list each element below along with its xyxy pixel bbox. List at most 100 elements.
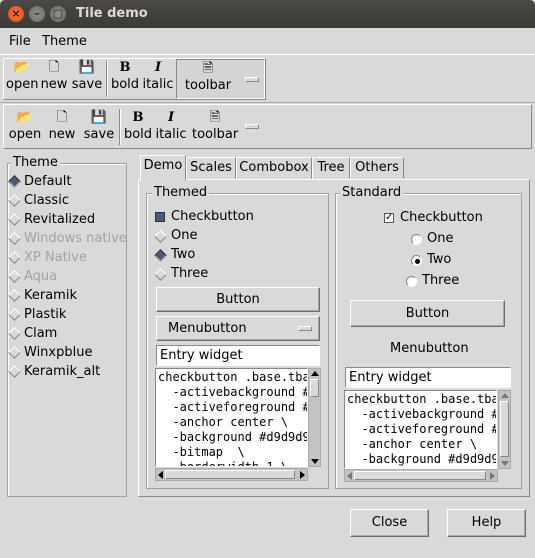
scroll-down-arrow-icon[interactable] [311, 459, 319, 464]
theme-option[interactable]: Keramik_alt [8, 362, 101, 381]
tb1-toolbar-button[interactable]: 🗎 toolbar [176, 59, 265, 99]
tb1-open-button[interactable]: 📂 open [6, 59, 38, 92]
radio-indicator-icon [8, 308, 21, 321]
themed-radio-three[interactable]: Three [154, 265, 208, 283]
themed-entry[interactable]: Entry widget [156, 345, 320, 366]
theme-option[interactable]: Plastik [8, 305, 66, 324]
themed-checkbutton[interactable]: Checkbutton [155, 208, 254, 226]
save-icon: 💾 [90, 110, 108, 125]
document-icon: 🗎 [202, 61, 214, 76]
folder-open-icon: 📂 [13, 60, 31, 75]
new-file-icon: 🗋 [56, 110, 68, 125]
tb2-toolbar-label: toolbar [192, 127, 239, 142]
tb2-italic-button[interactable]: Iitalic [155, 109, 187, 142]
close-window-icon[interactable]: × [8, 6, 24, 22]
tb1-bold-button[interactable]: Bbold [110, 59, 140, 92]
close-button[interactable]: Close [350, 509, 429, 537]
tb2-save-button[interactable]: 💾 save [82, 109, 116, 142]
tab-tree[interactable]: Tree [312, 157, 350, 179]
text-line: -activebackground # [158, 385, 308, 399]
radio-indicator-icon [8, 270, 21, 283]
window-titlebar[interactable]: × – □ Tile demo [0, 0, 535, 28]
text-line: -activebackground #e [347, 407, 497, 421]
tb1-new-button[interactable]: 🗋 new [40, 59, 68, 92]
tab-others[interactable]: Others [350, 157, 404, 179]
tb1-save-button[interactable]: 💾 save [70, 59, 104, 92]
scroll-up-arrow-icon[interactable] [501, 393, 509, 398]
scroll-left-arrow-icon[interactable] [347, 472, 352, 480]
scroll-up-arrow-icon[interactable] [311, 371, 319, 376]
theme-option[interactable]: Default [8, 172, 72, 191]
tb1-italic-button[interactable]: Iitalic [142, 59, 174, 92]
standard-menubutton[interactable]: Menubutton [390, 341, 469, 356]
standard-entry[interactable]: Entry widget [345, 367, 511, 388]
standard-button[interactable]: Button [350, 300, 505, 327]
tb1-open-label: open [6, 77, 39, 92]
themed-vscrollbar[interactable] [308, 368, 321, 467]
radio-indicator-icon [406, 276, 417, 287]
text-line: -activeforeground #0 [347, 422, 497, 436]
scroll-left-arrow-icon[interactable] [158, 471, 163, 479]
theme-option[interactable]: Winxpblue [8, 343, 93, 362]
scroll-right-arrow-icon[interactable] [300, 471, 305, 479]
themed-hscrollbar[interactable] [155, 468, 308, 481]
themed-hscroll-thumb[interactable] [165, 470, 295, 479]
theme-option-label: Revitalized [24, 212, 96, 227]
standard-checkbutton-label: Checkbutton [400, 210, 483, 225]
radio-indicator-icon [8, 346, 21, 359]
tb2-toolbar-button[interactable]: 🗎 toolbar [192, 109, 238, 142]
tb1-new-label: new [40, 77, 68, 92]
themed-radio-one[interactable]: One [154, 227, 198, 245]
theme-option-label: XP Native [24, 250, 87, 265]
tb2-open-button[interactable]: 📂 open [8, 109, 42, 142]
tb1-grip-icon[interactable] [245, 77, 259, 82]
standard-hscrollbar[interactable] [344, 469, 498, 482]
tb2-open-label: open [8, 127, 42, 142]
radio-indicator-icon [154, 249, 167, 262]
theme-option[interactable]: Revitalized [8, 210, 96, 229]
text-line: -anchor center \ [347, 437, 478, 451]
standard-hscroll-thumb[interactable] [354, 471, 486, 480]
help-button[interactable]: Help [447, 509, 526, 537]
standard-text[interactable]: checkbutton .base.tbar -activebackground… [344, 390, 497, 469]
theme-option[interactable]: Keramik [8, 286, 77, 305]
checkbox-checked-icon: ✓ [384, 212, 394, 223]
themed-radio-one-label: One [171, 228, 198, 243]
themed-radio-two[interactable]: Two [154, 246, 195, 264]
scroll-down-arrow-icon[interactable] [501, 461, 509, 466]
italic-icon: I [154, 60, 162, 75]
theme-option-label: Keramik_alt [24, 364, 101, 379]
themed-vscroll-thumb[interactable] [310, 379, 319, 397]
theme-option[interactable]: Clam [8, 324, 57, 343]
themed-text[interactable]: checkbutton .base.tba -activebackground … [155, 368, 308, 467]
tb2-new-button[interactable]: 🗋 new [48, 109, 76, 142]
theme-panel-label: Theme [11, 155, 60, 170]
tab-scales[interactable]: Scales [186, 157, 236, 179]
minimize-window-icon[interactable]: – [29, 6, 45, 22]
tab-demo[interactable]: Demo [140, 155, 186, 181]
tb2-bold-button[interactable]: Bbold [123, 109, 153, 142]
theme-option-label: Winxpblue [24, 345, 93, 360]
theme-option: Windows native [8, 229, 127, 248]
theme-option-label: Windows native [24, 231, 127, 246]
standard-radio-two[interactable]: Two [411, 251, 451, 269]
themed-menubutton[interactable]: Menubutton [156, 316, 320, 341]
tb2-new-label: new [48, 127, 76, 142]
tb2-grip-icon[interactable] [245, 124, 259, 129]
menubar: File Theme [0, 28, 535, 55]
menu-file[interactable]: File [9, 34, 31, 49]
theme-option: XP Native [8, 248, 87, 267]
standard-vscrollbar[interactable] [498, 390, 511, 469]
radio-indicator-icon [8, 251, 21, 264]
themed-button[interactable]: Button [156, 287, 320, 312]
menu-theme[interactable]: Theme [42, 34, 87, 49]
standard-radio-three[interactable]: Three [406, 272, 459, 290]
tab-combobox[interactable]: Combobox [236, 157, 312, 179]
standard-checkbutton[interactable]: ✓ Checkbutton [384, 209, 483, 227]
theme-option[interactable]: Classic [8, 191, 69, 210]
maximize-window-icon[interactable]: □ [50, 6, 66, 22]
themed-menubutton-label: Menubutton [168, 321, 247, 336]
scroll-right-arrow-icon[interactable] [490, 472, 495, 480]
standard-vscroll-thumb[interactable] [500, 401, 509, 457]
standard-radio-one[interactable]: One [411, 230, 453, 248]
